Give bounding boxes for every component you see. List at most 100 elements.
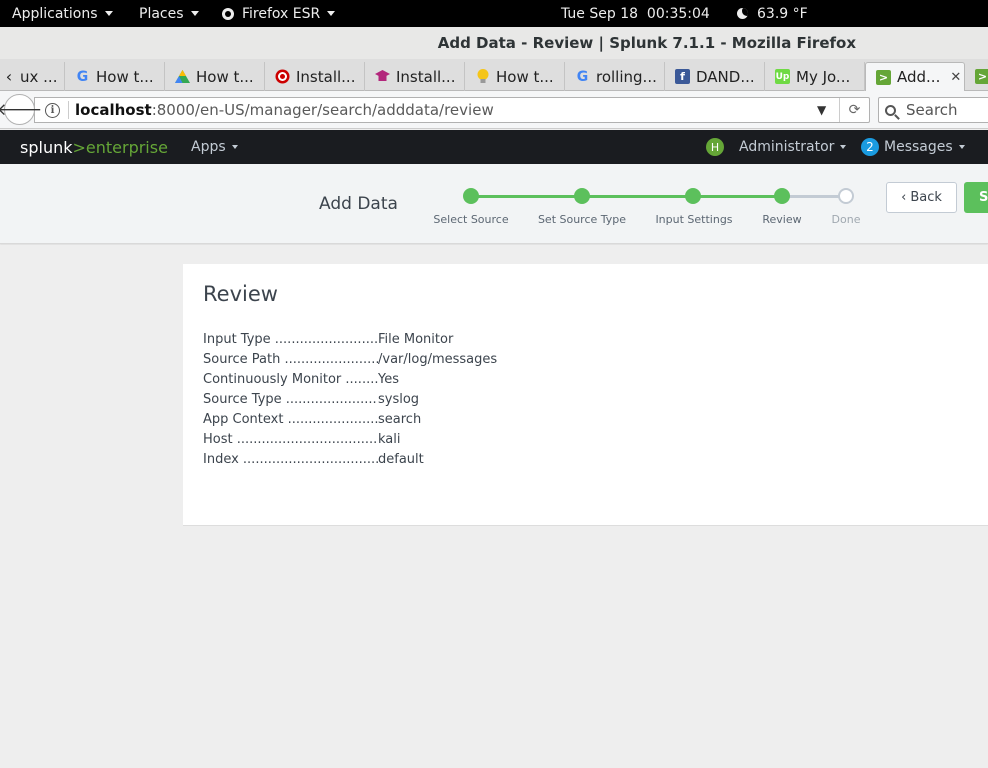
- step-label-input-settings: Input Settings: [655, 213, 733, 226]
- tab-9-active[interactable]: > Add... ✕: [865, 62, 965, 91]
- splunk-logo[interactable]: splunk > enterprise: [20, 130, 168, 164]
- navigation-toolbar: i localhost:8000/en-US/manager/search/ad…: [0, 91, 988, 129]
- facebook-icon: f: [675, 69, 690, 84]
- firefox-app-menu[interactable]: Firefox ESR: [222, 0, 336, 27]
- apps-menu[interactable]: Apps: [191, 130, 238, 164]
- info-icon[interactable]: i: [45, 102, 60, 118]
- clock[interactable]: Tue Sep 18 00:35:04: [561, 0, 710, 27]
- tab-label: How t...: [196, 67, 254, 86]
- review-list: Input Type .............................…: [203, 329, 497, 469]
- logo-splunk: splunk: [20, 137, 73, 157]
- applications-menu[interactable]: Applications: [12, 0, 113, 27]
- tab-label: DAND...: [696, 67, 755, 86]
- review-row-index: Index ..................................…: [203, 449, 497, 469]
- tab-2[interactable]: How t...: [165, 62, 265, 91]
- review-label: Input Type .............................…: [203, 331, 378, 347]
- tab-label: Install...: [396, 67, 456, 86]
- tab-label: ux ...: [20, 67, 58, 86]
- review-label: Continuously Monitor ...........: [203, 371, 378, 387]
- triangle-icon: [175, 69, 190, 84]
- splunk-icon: >: [876, 69, 891, 85]
- step-dot-set-source-type: [574, 188, 590, 204]
- review-panel: Review Input Type ......................…: [183, 264, 988, 526]
- tab-4[interactable]: Install...: [365, 62, 465, 91]
- review-value: Yes: [378, 371, 399, 387]
- google-icon: G: [76, 68, 89, 85]
- gnome-top-bar: Applications Places Firefox ESR Tue Sep …: [0, 0, 988, 27]
- review-label: Host ...................................…: [203, 431, 378, 447]
- firefox-label: Firefox ESR: [242, 5, 321, 22]
- chevron-down-icon: [327, 11, 336, 16]
- chevron-left-icon: ‹: [901, 190, 907, 205]
- firefox-icon: [222, 7, 234, 20]
- review-row-app-context: App Context ............................…: [203, 409, 497, 429]
- review-label: Source Path ............................…: [203, 351, 378, 367]
- chevron-down-icon: [958, 145, 965, 149]
- step-label-select-source: Select Source: [433, 213, 509, 226]
- messages-count-badge: 2: [861, 138, 879, 156]
- target-icon: [275, 69, 290, 84]
- tab-8[interactable]: Up My Jo...: [765, 62, 865, 91]
- close-icon[interactable]: ✕: [950, 70, 961, 85]
- applications-label: Applications: [12, 5, 98, 22]
- url-separator: [68, 101, 69, 119]
- url-bar[interactable]: i localhost:8000/en-US/manager/search/ad…: [34, 97, 870, 123]
- review-row-input-type: Input Type .............................…: [203, 329, 497, 349]
- tab-label: How t...: [496, 67, 554, 86]
- review-value: /var/log/messages: [378, 351, 498, 367]
- grad-cap-icon: [375, 69, 390, 84]
- back-button[interactable]: 🡐: [0, 94, 42, 125]
- tab-label: How t...: [96, 67, 154, 86]
- review-value: search: [378, 411, 422, 427]
- tab-1[interactable]: G How t...: [65, 62, 165, 91]
- tab-scroll-left[interactable]: ‹: [0, 62, 18, 91]
- weather-label: 63.9 °F: [757, 5, 808, 22]
- progress-line-remaining: [782, 195, 846, 198]
- back-label: Back: [910, 190, 942, 205]
- history-dropdown-icon[interactable]: ▼: [817, 98, 826, 122]
- places-menu[interactable]: Places: [139, 0, 199, 27]
- submit-button[interactable]: Submit: [964, 182, 988, 213]
- review-label: Index ..................................…: [203, 451, 378, 467]
- search-icon: [885, 104, 896, 116]
- back-button-wizard[interactable]: ‹ Back: [886, 182, 957, 213]
- search-input[interactable]: Search: [878, 97, 988, 123]
- reload-icon[interactable]: ⟳: [839, 98, 869, 122]
- step-dot-review: [774, 188, 790, 204]
- tab-6[interactable]: G rolling...: [565, 62, 665, 91]
- chevron-left-icon: ‹: [5, 67, 13, 86]
- tab-0[interactable]: ux ...: [18, 62, 65, 91]
- places-label: Places: [139, 5, 184, 22]
- user-menu[interactable]: H Administrator: [706, 130, 847, 164]
- messages-label: Messages: [884, 139, 953, 155]
- weather-indicator[interactable]: 63.9 °F: [737, 0, 808, 27]
- tab-label: Install...: [296, 67, 356, 86]
- tab-5[interactable]: How t...: [465, 62, 565, 91]
- tab-label: rolling...: [596, 67, 657, 86]
- tab-label: Add...: [897, 68, 941, 86]
- messages-menu[interactable]: 2 Messages: [861, 130, 965, 164]
- review-value: File Monitor: [378, 331, 454, 347]
- main-content: Review Input Type ......................…: [0, 245, 988, 768]
- moon-icon: [737, 8, 748, 19]
- arrow-left-icon: 🡐: [0, 99, 43, 120]
- review-value: default: [378, 451, 424, 467]
- progress-line-complete: [471, 195, 782, 198]
- tab-7[interactable]: f DAND...: [665, 62, 765, 91]
- google-icon: G: [576, 68, 589, 85]
- review-value: syslog: [378, 391, 420, 407]
- splunk-icon: >: [975, 69, 988, 84]
- submit-label: Submit: [979, 190, 988, 205]
- chevron-down-icon: [840, 145, 847, 149]
- tab-3[interactable]: Install...: [265, 62, 365, 91]
- chevron-down-icon: [231, 145, 238, 149]
- step-dot-input-settings: [685, 188, 701, 204]
- logo-gt: >: [72, 137, 86, 157]
- tab-10[interactable]: >: [965, 62, 988, 91]
- step-label-set-source-type: Set Source Type: [537, 213, 627, 226]
- review-row-continuously-monitor: Continuously Monitor ........... Yes: [203, 369, 497, 389]
- user-label: Administrator: [739, 139, 835, 155]
- avatar: H: [706, 138, 724, 156]
- add-data-wizard-header: Add Data Select Source Set Source Type I…: [0, 164, 988, 244]
- review-row-host: Host ...................................…: [203, 429, 497, 449]
